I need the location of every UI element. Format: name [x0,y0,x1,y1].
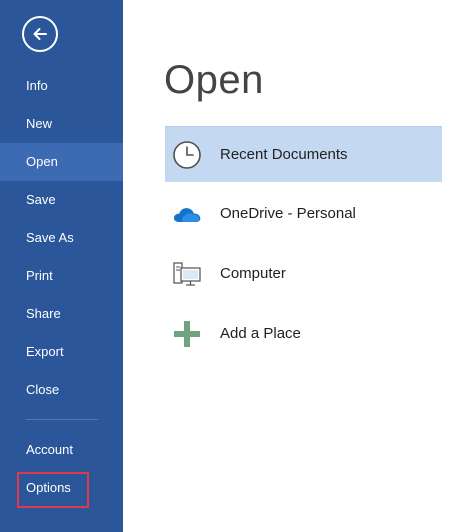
location-computer[interactable]: Computer [165,246,442,302]
nav-item-close[interactable]: Close [0,371,123,409]
open-locations-list: Recent Documents OneDrive - Personal Com… [165,126,442,366]
back-arrow-icon [33,28,47,40]
nav-divider [26,419,98,420]
cloud-icon [173,208,201,222]
computer-icon [173,262,201,286]
backstage-nav-bottom: Account Options [0,431,123,507]
location-onedrive-personal[interactable]: OneDrive - Personal [165,186,442,242]
clock-icon [173,141,201,169]
backstage-nav: Info New Open Save Save As Print Share E… [0,67,123,409]
page-title: Open [164,58,264,102]
location-label: Recent Documents [220,146,348,163]
nav-item-export[interactable]: Export [0,333,123,371]
nav-item-share[interactable]: Share [0,295,123,333]
backstage-sidebar: Info New Open Save Save As Print Share E… [0,0,123,532]
nav-item-info[interactable]: Info [0,67,123,105]
nav-item-open[interactable]: Open [0,143,123,181]
nav-item-print[interactable]: Print [0,257,123,295]
location-label: Computer [220,265,286,282]
back-button[interactable] [22,16,58,52]
location-label: Add a Place [220,325,301,342]
open-panel: Open Recent Documents OneDrive - Persona… [123,0,456,532]
nav-item-new[interactable]: New [0,105,123,143]
nav-item-save[interactable]: Save [0,181,123,219]
location-add-a-place[interactable]: Add a Place [165,306,442,362]
nav-item-save-as[interactable]: Save As [0,219,123,257]
nav-item-options[interactable]: Options [0,469,123,507]
location-label: OneDrive - Personal [220,205,356,222]
location-recent-documents[interactable]: Recent Documents [165,126,442,182]
nav-item-account[interactable]: Account [0,431,123,469]
plus-icon [174,321,200,347]
backstage-view: Info New Open Save Save As Print Share E… [0,0,456,532]
